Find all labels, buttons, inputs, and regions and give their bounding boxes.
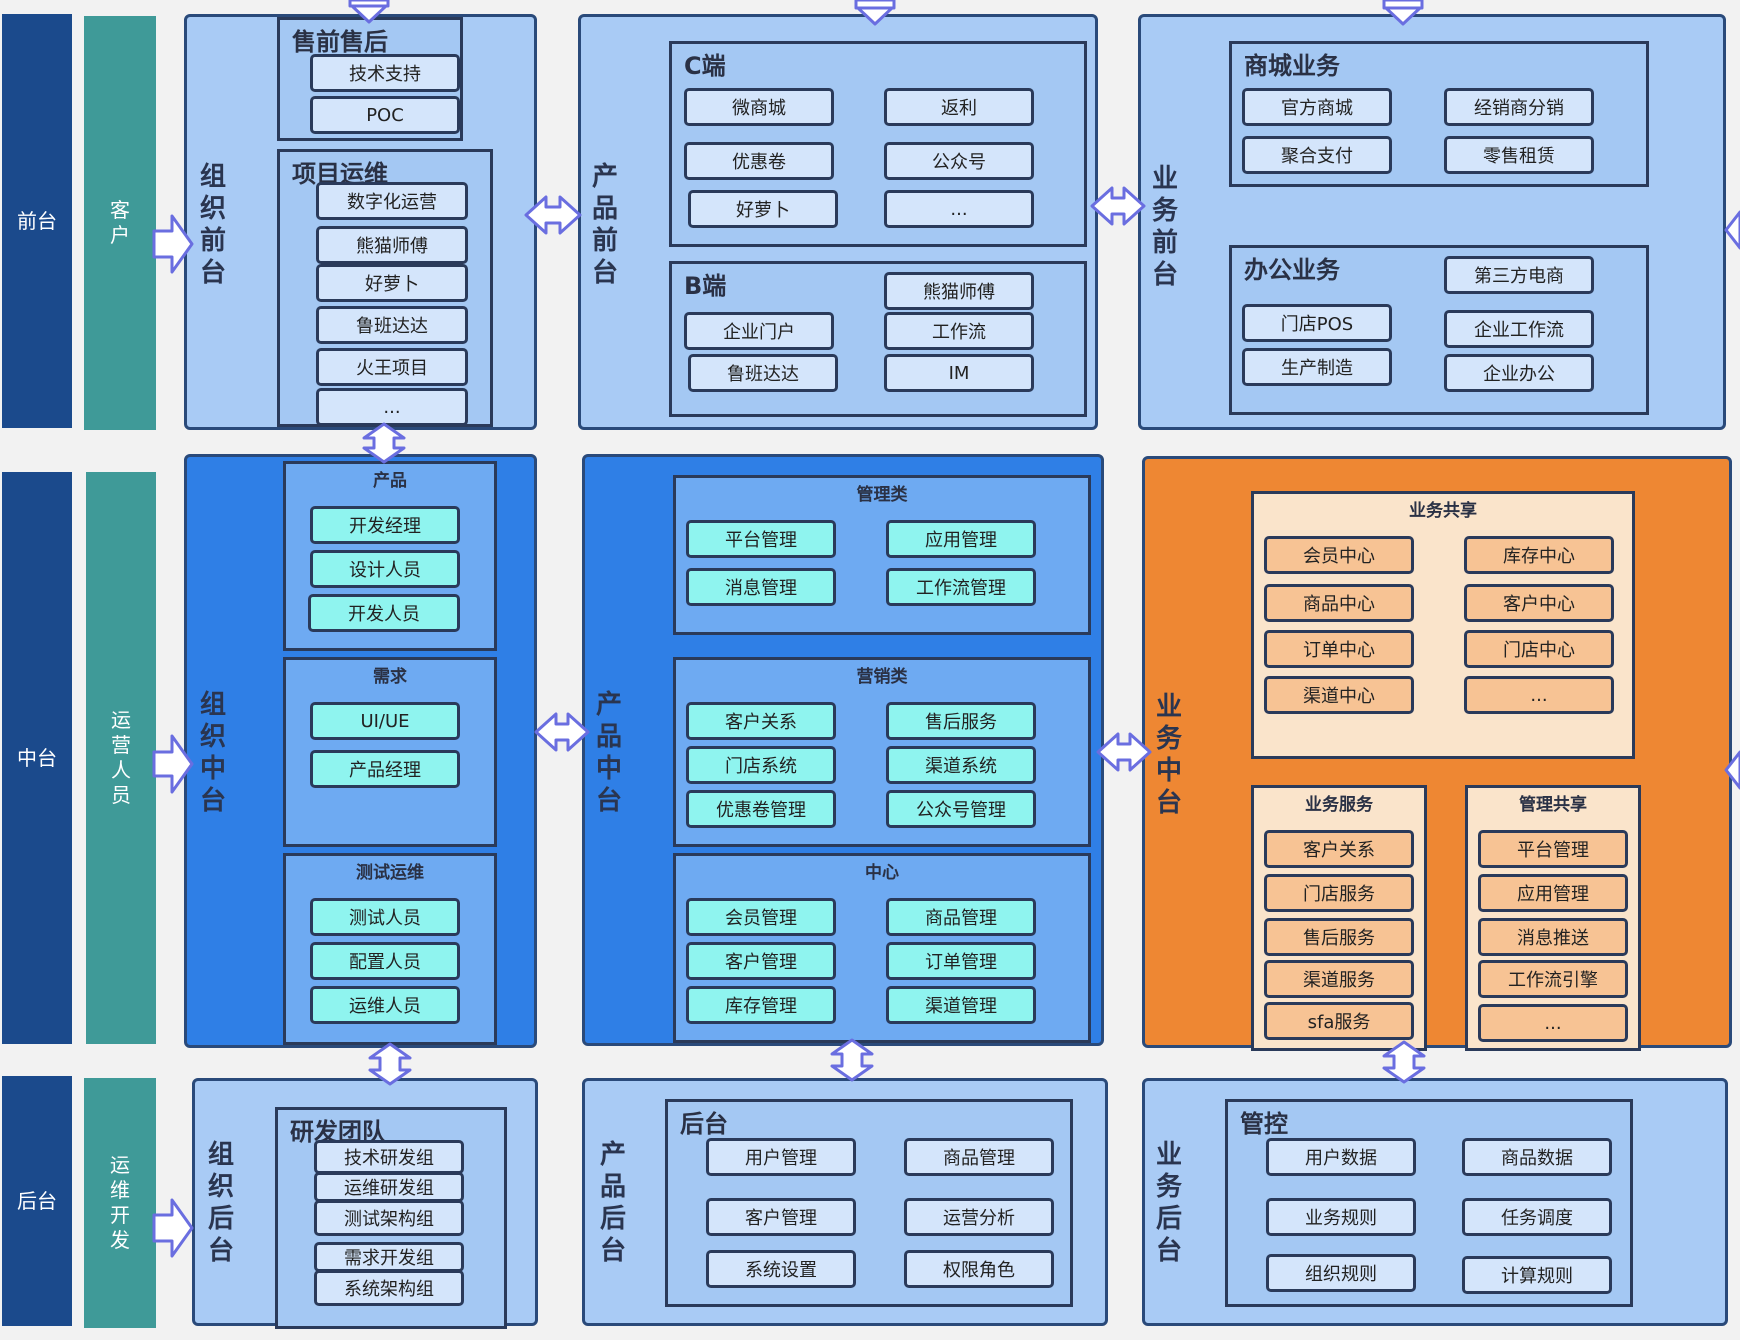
arrow-right-edge-2 [1724, 750, 1740, 790]
arrow-top-cut-1 [348, 0, 390, 24]
double-arrow-h-middle-2 [1096, 732, 1152, 772]
connector-arrows [152, 0, 1740, 1258]
arrow-top-cut-3 [1382, 0, 1424, 26]
double-arrow-h-front-1 [524, 195, 582, 235]
arrow-right-edge-1 [1724, 210, 1740, 250]
double-arrow-v-biz-2 [1382, 1040, 1426, 1084]
arrow-top-cut-2 [854, 0, 896, 26]
double-arrow-h-front-2 [1090, 186, 1146, 226]
arrow-right-middle [152, 734, 194, 794]
double-arrow-v-prod-2 [830, 1038, 874, 1082]
arrow-right-back [152, 1198, 194, 1258]
double-arrow-v-org-1 [362, 422, 406, 464]
arrow-right-front [152, 214, 194, 274]
double-arrow-h-middle-1 [534, 712, 590, 752]
double-arrow-v-org-2 [368, 1042, 412, 1086]
